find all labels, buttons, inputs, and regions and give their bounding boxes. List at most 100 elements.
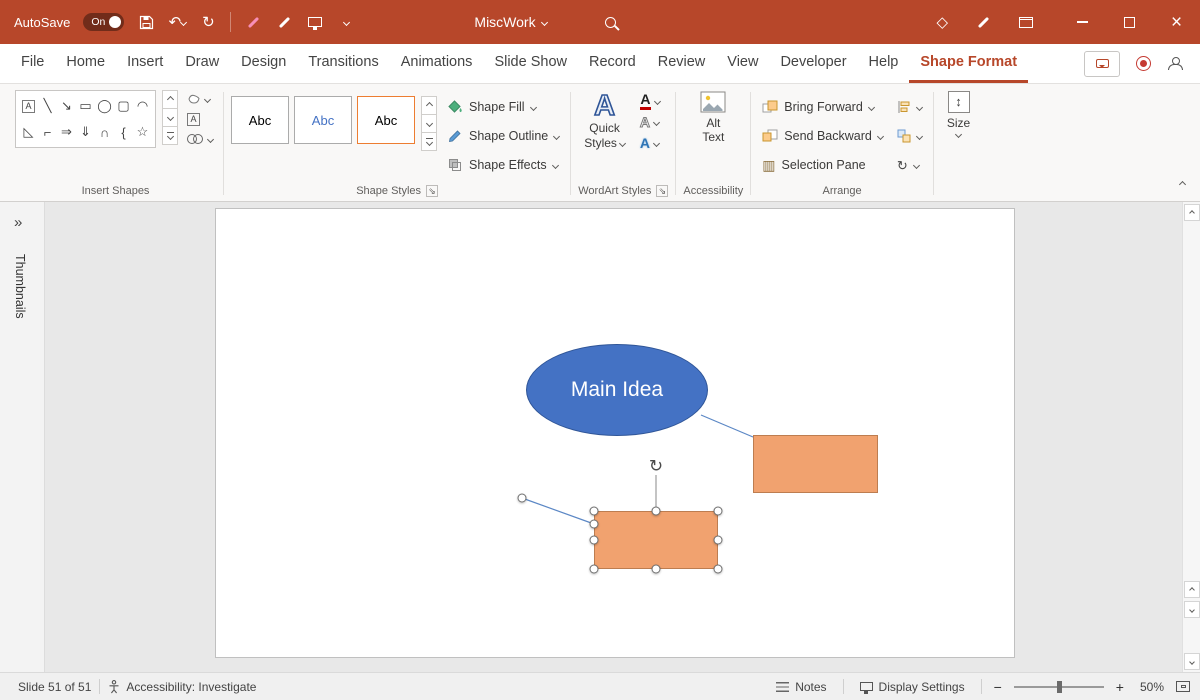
bring-forward-button[interactable]: Bring Forward [758, 94, 887, 120]
selection-handle-top-right[interactable] [714, 507, 723, 516]
group-objects-button[interactable] [893, 123, 926, 149]
zoom-out-button[interactable]: − [990, 679, 1006, 695]
size-button[interactable]: ↕ Size [941, 90, 976, 138]
line-endpoint-handle-end[interactable] [590, 520, 599, 529]
gallery-more-button[interactable] [162, 126, 178, 145]
arc-shape-option[interactable]: ◠ [133, 93, 152, 119]
tab-slide-show[interactable]: Slide Show [483, 44, 578, 83]
arrow-shape-option[interactable]: ↘ [57, 93, 76, 119]
selection-handle-top-left[interactable] [590, 507, 599, 516]
style-scroll-down-button[interactable] [421, 114, 437, 133]
redo-button[interactable]: ↻ [199, 10, 217, 34]
shape-style-preview-3[interactable]: Abc [357, 96, 415, 144]
tab-help[interactable]: Help [858, 44, 910, 83]
pen-button[interactable] [275, 10, 293, 34]
designer-icon[interactable]: ◇ [936, 15, 948, 30]
display-settings-button[interactable]: Display Settings [852, 680, 973, 694]
shape-rectangle-1[interactable] [753, 435, 878, 493]
oval-shape-option[interactable]: ◯ [95, 93, 114, 119]
tab-design[interactable]: Design [230, 44, 297, 83]
right-arrow-shape-option[interactable]: ⇒ [57, 119, 76, 145]
ribbon-display-options-icon[interactable] [1019, 17, 1033, 28]
align-objects-button[interactable] [893, 94, 926, 120]
present-button[interactable] [306, 10, 324, 34]
record-indicator[interactable] [1136, 56, 1151, 71]
elbow-shape-option[interactable]: ⌐ [38, 119, 57, 145]
selected-shape-rectangle[interactable] [594, 511, 718, 569]
scroll-up-button[interactable] [1184, 204, 1200, 221]
slide-canvas[interactable]: Main Idea ↻ [215, 208, 1015, 658]
maximize-button[interactable] [1106, 0, 1153, 44]
text-box-shape-option[interactable]: A [19, 93, 38, 119]
tab-insert[interactable]: Insert [116, 44, 174, 83]
tab-review[interactable]: Review [647, 44, 717, 83]
style-more-button[interactable] [421, 132, 437, 151]
text-outline-button[interactable]: A [637, 113, 663, 131]
tab-developer[interactable]: Developer [769, 44, 857, 83]
notes-button[interactable]: Notes [768, 680, 834, 694]
vertical-scrollbar[interactable] [1182, 202, 1200, 672]
shape-effects-button[interactable]: Shape Effects [443, 152, 563, 178]
next-slide-button[interactable] [1184, 601, 1200, 618]
wordart-dialog-launcher[interactable]: ⇘ [656, 185, 668, 197]
text-box-button[interactable]: A [184, 110, 216, 128]
highlighter-button[interactable] [244, 10, 262, 34]
shape-outline-button[interactable]: Shape Outline [443, 123, 563, 149]
line-shape-option[interactable]: ╲ [38, 93, 57, 119]
zoom-level[interactable]: 50% [1136, 680, 1168, 694]
selection-handle-bottom-left[interactable] [590, 565, 599, 574]
minimize-button[interactable] [1059, 0, 1106, 44]
zoom-slider-thumb[interactable] [1057, 681, 1062, 693]
tab-home[interactable]: Home [55, 44, 116, 83]
down-arrow-shape-option[interactable]: ⇓ [76, 119, 95, 145]
save-button[interactable] [137, 10, 155, 34]
quick-styles-button[interactable]: A Quick Styles [578, 90, 631, 151]
shape-fill-button[interactable]: Shape Fill [443, 94, 563, 120]
scroll-down-button[interactable] [1184, 653, 1200, 670]
fit-slide-to-window-button[interactable] [1176, 681, 1190, 692]
tab-file[interactable]: File [10, 44, 55, 83]
selection-handle-mid-left[interactable] [590, 536, 599, 545]
draw-tool-icon[interactable] [978, 16, 989, 27]
expand-thumbnails-button[interactable]: » [14, 214, 22, 231]
search-icon[interactable] [605, 17, 616, 28]
zoom-slider[interactable] [1014, 686, 1104, 688]
thumbnails-label[interactable]: Thumbnails [13, 254, 27, 319]
send-backward-button[interactable]: Send Backward [758, 123, 887, 149]
merge-shapes-button[interactable] [184, 130, 216, 148]
undo-button[interactable]: ↶ [168, 10, 186, 34]
rectangle-shape-option[interactable]: ▭ [76, 93, 95, 119]
edit-shape-button[interactable] [184, 90, 216, 108]
selection-handle-mid-right[interactable] [714, 536, 723, 545]
tab-record[interactable]: Record [578, 44, 647, 83]
curve-shape-option[interactable]: ∩ [95, 119, 114, 145]
tab-shape-format[interactable]: Shape Format [909, 44, 1028, 83]
close-button[interactable]: × [1153, 0, 1200, 44]
star-shape-option[interactable]: ☆ [133, 119, 152, 145]
selection-handle-bottom-center[interactable] [652, 565, 661, 574]
text-effects-button[interactable]: A [637, 134, 663, 152]
tab-view[interactable]: View [716, 44, 769, 83]
tab-draw[interactable]: Draw [174, 44, 230, 83]
slide-indicator[interactable]: Slide 51 of 51 [10, 680, 99, 694]
triangle-shape-option[interactable]: ◺ [19, 119, 38, 145]
main-idea-ellipse[interactable]: Main Idea [526, 344, 708, 436]
share-icon[interactable] [1167, 57, 1182, 70]
autosave-toggle[interactable]: On [83, 13, 124, 31]
accessibility-status[interactable]: Accessibility: Investigate [100, 680, 264, 694]
shape-style-preview-2[interactable]: Abc [294, 96, 352, 144]
gallery-scroll-up-button[interactable] [162, 90, 178, 109]
shape-styles-dialog-launcher[interactable]: ⇘ [426, 185, 438, 197]
gallery-scroll-down-button[interactable] [162, 108, 178, 127]
brace-shape-option[interactable]: { [114, 119, 133, 145]
alt-text-button[interactable]: Alt Text [694, 90, 732, 146]
document-title[interactable]: MiscWork [474, 14, 546, 30]
selection-pane-button[interactable]: ▥ Selection Pane [758, 152, 887, 178]
previous-slide-button[interactable] [1184, 581, 1200, 598]
selection-handle-bottom-right[interactable] [714, 565, 723, 574]
quick-access-chevron[interactable] [337, 10, 355, 34]
rounded-rectangle-shape-option[interactable]: ▢ [114, 93, 133, 119]
tab-animations[interactable]: Animations [390, 44, 484, 83]
rotate-objects-button[interactable]: ↻ [893, 152, 926, 178]
text-fill-button[interactable]: A [637, 92, 663, 110]
